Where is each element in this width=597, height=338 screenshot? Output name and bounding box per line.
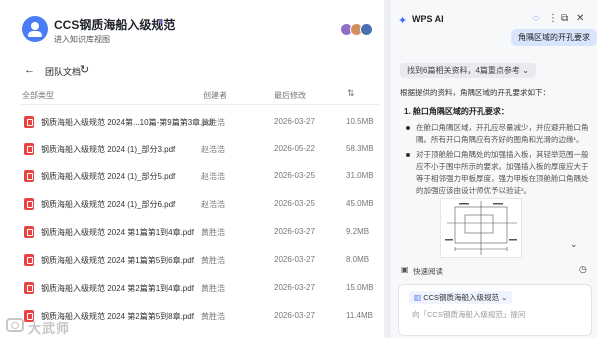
table-row[interactable]: 钢质海船入级规范 2024 第1篇第1到4章.pdf 黄胜浩 2026-03-2… <box>20 220 380 244</box>
hatch-corner-diagram[interactable] <box>440 198 522 258</box>
file-name[interactable]: 钢质海船入级规范 2024 (1)_部分6.pdf <box>41 199 175 210</box>
file-size: 58.3MB <box>346 144 374 153</box>
refresh-icon[interactable]: ↻ <box>80 63 89 76</box>
file-creator: 赵浩浩 <box>201 200 225 209</box>
sources-label: 找到6篇相关资料，4篇重点参考 <box>407 66 520 75</box>
file-size: 8.0MB <box>346 255 370 264</box>
pdf-file-icon <box>24 143 34 155</box>
breadcrumb[interactable]: 团队文档 <box>45 65 81 78</box>
file-panel: CCS钢质海船入级规范 ✦ 进入知识库视图 ← 团队文档 ↻ 全部类型 创建者 … <box>0 0 384 338</box>
file-creator: 赵浩浩 <box>201 145 225 154</box>
answer-line: 的加强应该由设计师优予以验证²。 <box>416 186 531 195</box>
answer-line: 应不小于围中所示的要求。加强插入板的厚度应大于 <box>416 162 589 171</box>
expand-icon[interactable]: ⧉ <box>561 13 568 24</box>
column-header-modified[interactable]: 最后修改 <box>274 90 306 101</box>
user-question-bubble: 角隅区域的开孔要求 <box>511 29 597 46</box>
watermark: 大武师 <box>2 315 92 337</box>
file-size: 11.4MB <box>346 311 373 320</box>
chip-label: CCS钢质海船入级规范 <box>423 293 500 302</box>
file-name[interactable]: 钢质海船入级规范 2024 第1篇第1到4章.pdf <box>41 227 194 238</box>
file-date: 2026-03-27 <box>274 283 315 292</box>
sort-icon[interactable]: ⇅ <box>347 88 355 99</box>
sources-toggle[interactable]: 找到6篇相关资料，4篇重点参考 ⌄ <box>400 63 536 78</box>
chevron-down-icon: ⌄ <box>501 293 508 302</box>
avatar[interactable] <box>360 23 373 36</box>
ai-sparkle-icon[interactable]: ✦ <box>157 17 165 28</box>
answer-line: 等于相邻强力甲板厚度，强力甲板在顶舱舱口角隅处 <box>416 174 589 183</box>
bullet-dot <box>406 153 410 157</box>
pdf-file-icon <box>24 282 34 294</box>
table-row[interactable]: 钢质海船入级规范 2024 第1篇第5到6章.pdf 黄胜浩 2026-03-2… <box>20 248 380 272</box>
answer-line: 对于顶舱舱口角隅处的加强插入板，其轻举范围一般 <box>416 150 589 159</box>
schedule-icon[interactable]: ◷ <box>579 264 587 275</box>
member-avatars[interactable] <box>340 23 384 37</box>
watermark-logo-icon <box>6 318 24 332</box>
answer-line: 在舱口角隅区域，开孔应尽量减少，并应避开舱口角 <box>416 123 589 132</box>
file-creator: 黄胜浩 <box>201 312 225 321</box>
answer-section-heading: 1. 舱口角隅区域的开孔要求： <box>404 107 509 116</box>
file-creator: 黄胜浩 <box>201 284 225 293</box>
loading-icon: ◌ <box>533 13 539 24</box>
file-size: 15.0MB <box>346 283 374 292</box>
file-size: 31.0MB <box>346 171 374 180</box>
wps-ai-logo-icon: ✦ <box>398 15 408 27</box>
pdf-file-icon <box>24 170 34 182</box>
file-date: 2026-05-22 <box>274 144 315 153</box>
pdf-file-icon <box>24 226 34 238</box>
file-creator: 黄胜浩 <box>201 118 225 127</box>
table-row[interactable]: 钢质海船入级规范 2024 (1)_部分6.pdf 赵浩浩 2026-03-25… <box>20 192 380 216</box>
table-row[interactable]: 钢质海船入级规范 2024第...10篇-第9篇第3章.pdf 黄胜浩 2026… <box>20 110 380 134</box>
watermark-text: 大武师 <box>28 321 71 336</box>
file-size: 45.0MB <box>346 199 374 208</box>
file-name[interactable]: 钢质海船入级规范 2024 (1)_部分3.pdf <box>41 144 175 155</box>
ai-panel-title: WPS AI <box>412 14 444 24</box>
pdf-file-icon <box>24 254 34 266</box>
knowledge-view-link[interactable]: 进入知识库视图 <box>54 34 110 45</box>
table-row[interactable]: 钢质海船入级规范 2024 (1)_部分3.pdf 赵浩浩 2026-05-22… <box>20 137 380 161</box>
doc-icon: ▥ <box>414 293 422 302</box>
scroll-down-icon[interactable]: ⌄ <box>570 239 578 250</box>
file-creator: 赵浩浩 <box>201 172 225 181</box>
column-header-type[interactable]: 全部类型 <box>22 90 54 101</box>
bullet-dot <box>406 126 410 130</box>
file-date: 2026-03-25 <box>274 199 315 208</box>
file-date: 2026-03-27 <box>274 255 315 264</box>
file-name[interactable]: 钢质海船入级规范 2024 第2篇第1到4章.pdf <box>41 283 194 294</box>
ask-input-box[interactable]: ▥ CCS钢质海船入级规范 ⌄ 向「CCS钢质海船入级规范」提问 <box>398 284 592 336</box>
file-name[interactable]: 钢质海船入级规范 2024 第1篇第5到6章.pdf <box>41 255 194 266</box>
column-header-creator[interactable]: 创建者 <box>203 90 227 101</box>
pdf-file-icon <box>24 198 34 210</box>
book-icon: ▣ <box>401 265 409 274</box>
file-creator: 黄胜浩 <box>201 228 225 237</box>
file-name[interactable]: 钢质海船入级规范 2024 (1)_部分5.pdf <box>41 171 175 182</box>
knowledge-base-icon <box>22 16 48 42</box>
quick-read-button[interactable]: 快速阅读 <box>413 266 443 277</box>
file-size: 10.5MB <box>346 117 374 126</box>
close-icon[interactable]: ✕ <box>576 13 584 24</box>
header-divider <box>20 104 380 105</box>
table-row[interactable]: 钢质海船入级规范 2024 (1)_部分5.pdf 赵浩浩 2026-03-25… <box>20 164 380 188</box>
answer-line: 隅。所有开口角隅应有齐好的图角和光滑的边缘¹。 <box>416 135 584 144</box>
file-date: 2026-03-27 <box>274 117 315 126</box>
back-arrow-icon[interactable]: ← <box>24 64 35 76</box>
answer-intro: 根据提供的资料，角隅区域的开孔要求如下： <box>400 88 550 97</box>
file-date: 2026-03-27 <box>274 311 315 320</box>
pdf-file-icon <box>24 116 34 128</box>
chevron-down-icon: ⌄ <box>522 66 529 75</box>
more-icon[interactable]: ⋮ <box>548 13 558 24</box>
file-date: 2026-03-25 <box>274 171 315 180</box>
file-creator: 黄胜浩 <box>201 256 225 265</box>
knowledge-base-chip[interactable]: ▥ CCS钢质海船入级规范 ⌄ <box>409 291 513 304</box>
file-name[interactable]: 钢质海船入级规范 2024第...10篇-第9篇第3章.pdf <box>41 117 214 128</box>
file-date: 2026-03-27 <box>274 227 315 236</box>
ai-assistant-panel: ✦ WPS AI ◌ ⋮ ⧉ ✕ 角隅区域的开孔要求 找到6篇相关资料，4篇重点… <box>389 0 597 338</box>
ask-input-placeholder[interactable]: 向「CCS钢质海船入级规范」提问 <box>412 309 525 320</box>
file-size: 9.2MB <box>346 227 370 236</box>
table-row[interactable]: 钢质海船入级规范 2024 第2篇第1到4章.pdf 黄胜浩 2026-03-2… <box>20 276 380 300</box>
